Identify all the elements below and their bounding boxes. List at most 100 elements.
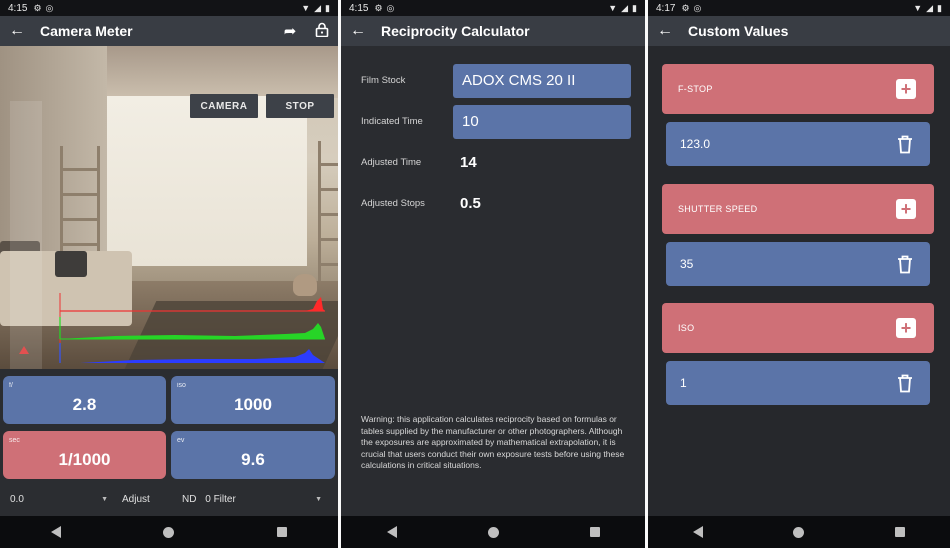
preview-pillow bbox=[55, 251, 87, 277]
group-header-label: F-STOP bbox=[678, 84, 713, 94]
wifi-icon: ▼ bbox=[913, 3, 923, 13]
system-nav-bar bbox=[0, 516, 338, 548]
nav-home-icon[interactable] bbox=[793, 526, 805, 538]
back-arrow-icon[interactable]: ← bbox=[0, 22, 34, 40]
adjust-value: 0.0 bbox=[10, 493, 24, 505]
nd-value: 0 Filter bbox=[205, 493, 236, 505]
nav-back-icon[interactable] bbox=[693, 526, 704, 538]
iso-value: 1000 bbox=[234, 395, 272, 414]
adjusted-time-row: Adjusted Time 14 bbox=[341, 146, 645, 180]
add-plus-icon[interactable]: + bbox=[896, 79, 916, 99]
sec-value: 1/1000 bbox=[58, 450, 111, 469]
settings-gear-icon: ⚙ bbox=[374, 2, 383, 13]
lock-icon[interactable] bbox=[306, 22, 338, 41]
settings-gear-icon: ⚙ bbox=[681, 2, 690, 13]
custom-values-screen: 4:17 ⚙ ◎ ▼ ◢ ▮ ← Custom Values F-STOP + … bbox=[648, 0, 950, 548]
nav-recents-icon[interactable] bbox=[589, 527, 600, 537]
battery-icon: ▮ bbox=[937, 2, 942, 13]
shutter-speed-group-header[interactable]: SHUTTER SPEED + bbox=[662, 184, 934, 234]
status-bar: 4:15 ⚙ ◎ ▼ ◢ ▮ bbox=[341, 0, 645, 16]
iso-group-header[interactable]: ISO + bbox=[662, 303, 934, 353]
system-nav-bar bbox=[341, 516, 645, 548]
add-plus-icon[interactable]: + bbox=[896, 318, 916, 338]
custom-value-item[interactable]: 35 bbox=[666, 242, 930, 286]
exposure-slider[interactable] bbox=[10, 101, 42, 369]
fstop-tile[interactable]: f/ 2.8 bbox=[3, 376, 166, 424]
back-arrow-icon[interactable]: ← bbox=[648, 22, 682, 40]
custom-value-text: 1 bbox=[680, 376, 687, 390]
app-bar: ← Reciprocity Calculator bbox=[341, 16, 645, 46]
app-bar: ← Custom Values bbox=[648, 16, 950, 46]
adjusted-stops-row: Adjusted Stops 0.5 bbox=[341, 187, 645, 221]
trash-icon[interactable] bbox=[896, 134, 914, 154]
histogram-red-channel bbox=[60, 297, 325, 311]
status-time: 4:15 bbox=[349, 2, 369, 14]
slider-marker-icon[interactable] bbox=[19, 346, 29, 354]
ev-tile[interactable]: ev 9.6 bbox=[171, 431, 335, 479]
trash-icon[interactable] bbox=[896, 254, 914, 274]
nav-back-icon[interactable] bbox=[386, 526, 397, 538]
custom-value-item[interactable]: 1 bbox=[666, 361, 930, 405]
add-plus-icon[interactable]: + bbox=[896, 199, 916, 219]
fstop-group-header[interactable]: F-STOP + bbox=[662, 64, 934, 114]
adjusted-stops-label: Adjusted Stops bbox=[361, 198, 425, 209]
fstop-label: f/ bbox=[9, 382, 13, 389]
adjust-row: 0.0 ▼ Adjust ND 0 Filter ▼ bbox=[0, 486, 338, 512]
group-header-label: ISO bbox=[678, 323, 695, 333]
adjust-dropdown[interactable]: 0.0 ▼ bbox=[10, 494, 108, 505]
nd-label: ND bbox=[182, 493, 197, 505]
page-title: Custom Values bbox=[688, 23, 789, 39]
film-stock-select[interactable]: ADOX CMS 20 II bbox=[453, 64, 631, 98]
nav-recents-icon[interactable] bbox=[276, 527, 287, 537]
fstop-value: 2.8 bbox=[72, 395, 97, 414]
adjusted-time-label: Adjusted Time bbox=[361, 157, 422, 168]
wifi-icon: ▼ bbox=[301, 3, 311, 13]
group-header-label: SHUTTER SPEED bbox=[678, 204, 758, 214]
adjust-label: Adjust bbox=[122, 493, 150, 505]
ev-value: 9.6 bbox=[241, 450, 265, 469]
preview-window bbox=[107, 96, 307, 266]
film-stock-label: Film Stock bbox=[361, 75, 406, 86]
battery-icon: ▮ bbox=[632, 2, 637, 13]
dropdown-caret-icon: ▼ bbox=[101, 495, 108, 503]
nav-home-icon[interactable] bbox=[163, 526, 175, 538]
dropdown-caret-icon: ▼ bbox=[315, 495, 322, 503]
nd-filter-dropdown[interactable]: ND 0 Filter ▼ bbox=[182, 494, 322, 505]
nav-recents-icon[interactable] bbox=[894, 527, 905, 537]
custom-value-text: 123.0 bbox=[680, 137, 711, 151]
signal-icon: ◢ bbox=[621, 2, 629, 13]
adjusted-time-value: 14 bbox=[460, 154, 477, 171]
back-arrow-icon[interactable]: ← bbox=[341, 22, 375, 40]
wifi-icon: ▼ bbox=[608, 3, 618, 13]
histogram-blue-channel bbox=[80, 349, 325, 363]
notification-icon: ◎ bbox=[386, 2, 395, 13]
signal-icon: ◢ bbox=[926, 2, 934, 13]
indicated-time-input[interactable]: 10 bbox=[453, 105, 631, 139]
adjusted-stops-value: 0.5 bbox=[460, 195, 481, 212]
status-bar: 4:17 ⚙ ◎ ▼ ◢ ▮ bbox=[648, 0, 950, 16]
indicated-time-row: Indicated Time 10 bbox=[341, 105, 645, 139]
notification-icon: ◎ bbox=[45, 2, 54, 13]
share-icon[interactable]: ➦ bbox=[274, 22, 306, 41]
page-title: Reciprocity Calculator bbox=[381, 23, 530, 39]
camera-button[interactable]: CAMERA bbox=[190, 94, 258, 118]
signal-icon: ◢ bbox=[314, 2, 322, 13]
iso-tile[interactable]: iso 1000 bbox=[171, 376, 335, 424]
notification-icon: ◎ bbox=[693, 2, 702, 13]
shutter-speed-tile[interactable]: sec 1/1000 bbox=[3, 431, 166, 479]
battery-icon: ▮ bbox=[325, 2, 330, 13]
stop-button[interactable]: STOP bbox=[266, 94, 334, 118]
page-title: Camera Meter bbox=[40, 23, 133, 39]
trash-icon[interactable] bbox=[896, 373, 914, 393]
app-bar: ← Camera Meter ➦ bbox=[0, 16, 338, 46]
nav-back-icon[interactable] bbox=[51, 526, 62, 538]
iso-label: iso bbox=[177, 382, 186, 389]
custom-value-item[interactable]: 123.0 bbox=[666, 122, 930, 166]
indicated-time-label: Indicated Time bbox=[361, 116, 423, 127]
system-nav-bar bbox=[648, 516, 950, 548]
nav-home-icon[interactable] bbox=[487, 526, 499, 538]
preview-shelf-right bbox=[318, 141, 338, 281]
status-time: 4:17 bbox=[656, 2, 676, 14]
ev-label: ev bbox=[177, 437, 185, 444]
status-bar: 4:15 ⚙ ◎ ▼ ◢ ▮ bbox=[0, 0, 338, 16]
